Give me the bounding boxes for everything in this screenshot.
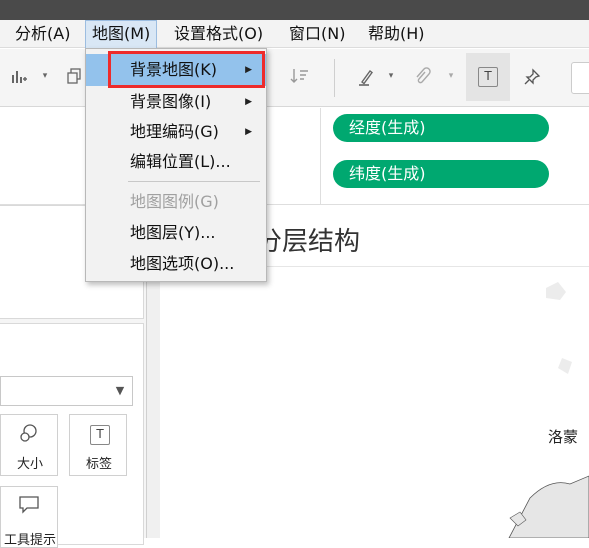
menu-item-geocoding[interactable]: 地理编码(G) ▶ [86,116,266,148]
menu-item-map-layers[interactable]: 地图层(Y)... [86,217,266,249]
toolbar-field[interactable] [571,62,589,94]
marks-card: ▼ 大小 T 标签 工具提示 [0,323,144,548]
label-label: 标签 [85,457,112,472]
submenu-arrow-icon: ▶ [245,127,252,137]
highlight-frame [108,51,265,88]
menu-separator [128,181,260,182]
pin-icon[interactable] [522,67,542,92]
shelf-divider [320,108,321,156]
mark-type-select[interactable]: ▼ [0,376,133,406]
menu-item-map-legend: 地图图例(G) [86,186,266,218]
text-label-button[interactable]: T [466,53,510,101]
map-place-label: 洛蒙 [548,426,579,447]
toolbar-separator [334,59,335,97]
title-bar [0,0,589,20]
menu-item-label: 背景图像(I) [130,92,212,111]
map-view[interactable]: 洛蒙 [160,268,589,538]
sort-icon[interactable] [290,67,310,90]
menu-item-label: 地图层(Y)... [130,223,216,242]
duplicate-sheet-icon[interactable] [66,67,82,90]
add-chart-icon[interactable] [8,67,30,90]
tooltip-button[interactable]: 工具提示 [0,486,58,548]
view-title: 分层结构 [256,227,361,257]
menu-map[interactable]: 地图(M) [85,20,158,49]
chevron-down-icon: ▼ [115,384,125,397]
menu-item-label: 编辑位置(L)... [130,152,231,171]
menu-format[interactable]: 设置格式(O) [174,20,263,47]
menu-item-label: 地图选项(O)... [130,254,235,273]
menu-item-background-image[interactable]: 背景图像(I) ▶ [86,86,266,118]
menu-help[interactable]: 帮助(H) [368,20,425,47]
paperclip-icon[interactable] [412,67,432,92]
size-label: 大小 [16,457,43,472]
dropdown-arrow-icon[interactable]: ▾ [386,66,396,86]
label-icon: T [90,425,110,445]
longitude-pill[interactable]: 经度(生成) [333,114,549,142]
size-icon [18,423,40,449]
tooltip-icon [18,495,40,519]
highlight-pen-icon[interactable] [356,67,376,92]
menu-item-edit-locations[interactable]: 编辑位置(L)... [86,146,266,178]
menu-item-map-options[interactable]: 地图选项(O)... [86,248,266,280]
menu-item-label: 地理编码(G) [130,122,219,141]
latitude-pill[interactable]: 纬度(生成) [333,160,549,188]
size-button[interactable]: 大小 [0,414,58,476]
dropdown-arrow-icon[interactable]: ▾ [446,66,456,86]
tooltip-label: 工具提示 [3,533,56,548]
text-label-icon: T [478,67,498,87]
dropdown-arrow-icon[interactable]: ▾ [40,66,50,86]
menu-item-label: 地图图例(G) [130,192,219,211]
submenu-arrow-icon: ▶ [245,97,252,107]
menu-analysis[interactable]: 分析(A) [15,20,70,47]
menu-bar: 分析(A) 地图(M) 设置格式(O) 窗口(N) 帮助(H) [0,20,589,49]
map-shapes [508,282,589,538]
menu-window[interactable]: 窗口(N) [289,20,345,47]
label-button[interactable]: T 标签 [69,414,127,476]
shelf-divider [320,156,321,204]
